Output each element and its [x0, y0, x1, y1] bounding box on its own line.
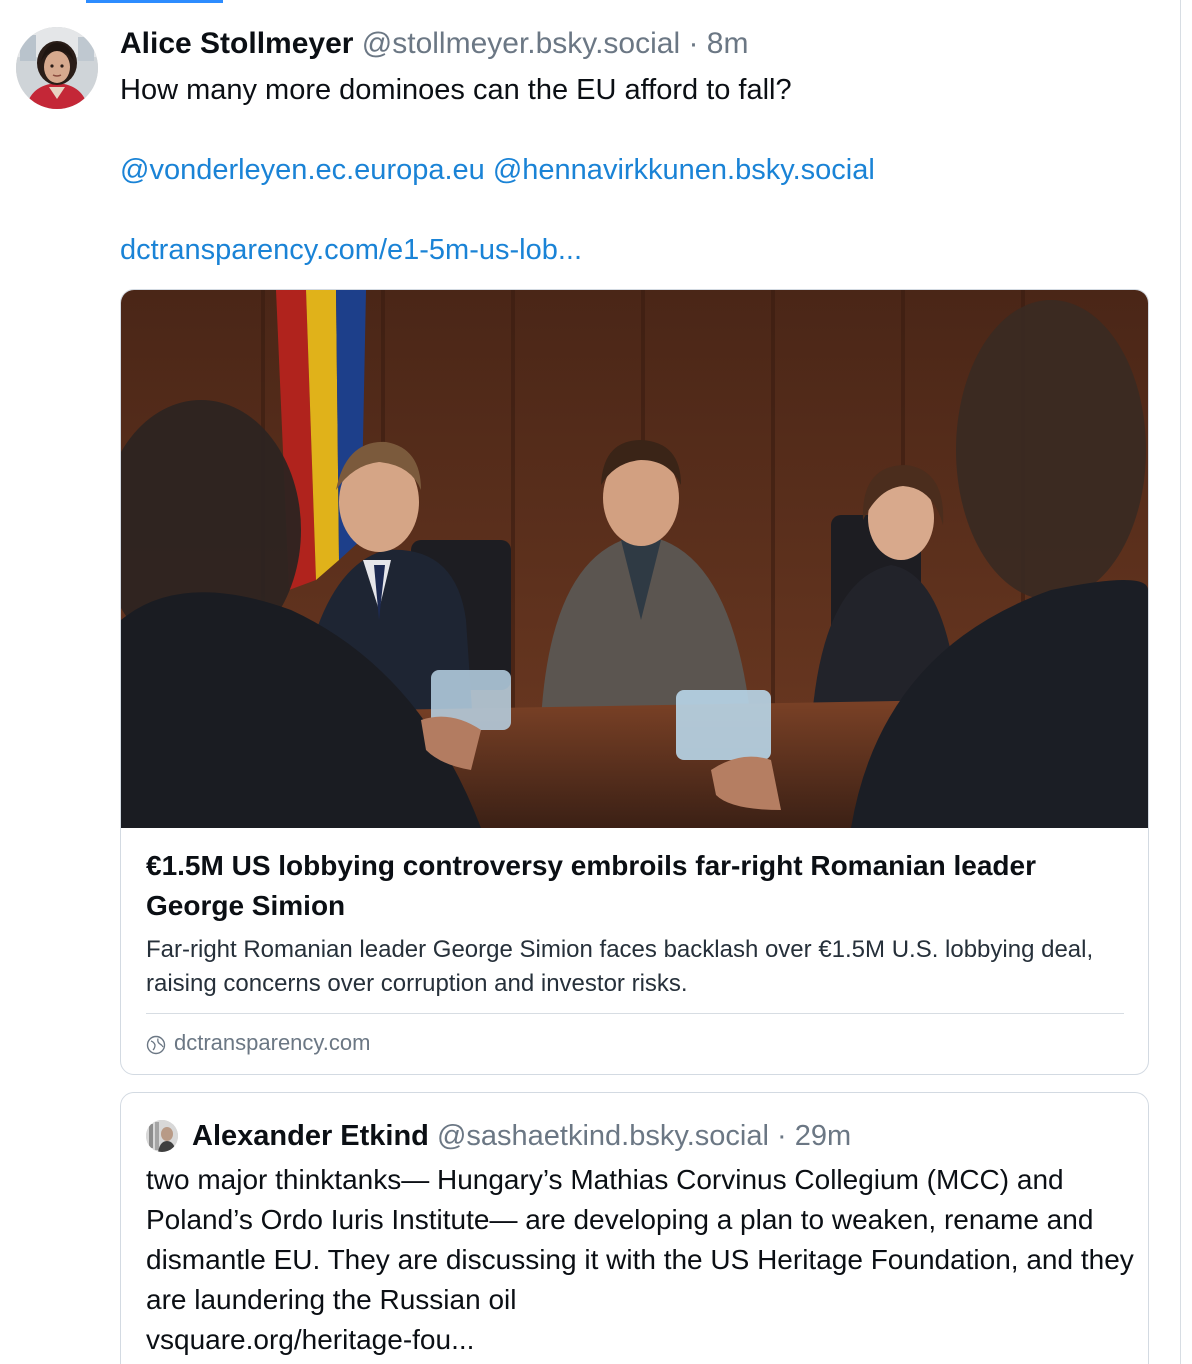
meeting-photo-icon	[121, 290, 1148, 828]
post-link[interactable]: dctransparency.com/e1-5m-us-lob...	[120, 234, 582, 266]
quoted-author-avatar[interactable]	[146, 1120, 178, 1152]
quoted-post-timestamp[interactable]: 29m	[795, 1116, 851, 1156]
post: Alice Stollmeyer @stollmeyer.bsky.social…	[120, 24, 1150, 270]
author-name[interactable]: Alice Stollmeyer	[120, 27, 353, 60]
quoted-post-link[interactable]: vsquare.org/heritage-fou...	[146, 1324, 474, 1355]
post-link-row: dctransparency.com/e1-5m-us-lob...	[120, 230, 1150, 270]
post-text: How many more dominoes can the EU afford…	[120, 74, 792, 106]
header-separator: ·	[688, 27, 699, 60]
link-preview-image	[121, 290, 1148, 828]
post-mentions: @vonderleyen.ec.europa.eu @hennavirkkune…	[120, 150, 1150, 190]
link-preview-domain-row: dctransparency.com	[146, 1028, 370, 1058]
feed-divider	[1180, 0, 1181, 1364]
active-tab-indicator	[86, 0, 223, 3]
author-avatar[interactable]	[16, 27, 98, 109]
user-avatar-photo-icon	[146, 1120, 178, 1152]
mention-link[interactable]: @hennavirkkunen.bsky.social	[493, 154, 875, 186]
user-avatar-photo-icon	[16, 27, 98, 109]
feed-page: Alice Stollmeyer @stollmeyer.bsky.social…	[0, 0, 1192, 1364]
link-preview-title: €1.5M US lobbying controversy embroils f…	[146, 850, 1036, 921]
quoted-author-name[interactable]: Alexander Etkind	[192, 1116, 429, 1156]
quoted-post-card[interactable]: Alexander Etkind @sashaetkind.bsky.socia…	[120, 1092, 1149, 1364]
post-header: Alice Stollmeyer @stollmeyer.bsky.social…	[120, 24, 1150, 64]
quoted-post-body: two major thinktanks— Hungary’s Mathias …	[146, 1164, 1134, 1315]
quoted-post-text: two major thinktanks— Hungary’s Mathias …	[146, 1160, 1136, 1360]
mention-link[interactable]: @vonderleyen.ec.europa.eu	[120, 154, 485, 186]
post-timestamp[interactable]: 8m	[707, 27, 749, 60]
link-preview-divider	[146, 1013, 1124, 1014]
link-preview-description: Far-right Romanian leader George Simion …	[146, 936, 1094, 997]
quoted-header-separator: ·	[776, 1120, 787, 1152]
globe-icon	[146, 1033, 166, 1055]
link-preview-card[interactable]: €1.5M US lobbying controversy embroils f…	[120, 289, 1149, 1075]
quoted-author-handle[interactable]: @sashaetkind.bsky.social	[437, 1116, 769, 1156]
author-handle[interactable]: @stollmeyer.bsky.social	[362, 27, 680, 60]
quoted-post-header: Alexander Etkind @sashaetkind.bsky.socia…	[146, 1116, 851, 1156]
link-preview-domain: dctransparency.com	[174, 1030, 371, 1055]
